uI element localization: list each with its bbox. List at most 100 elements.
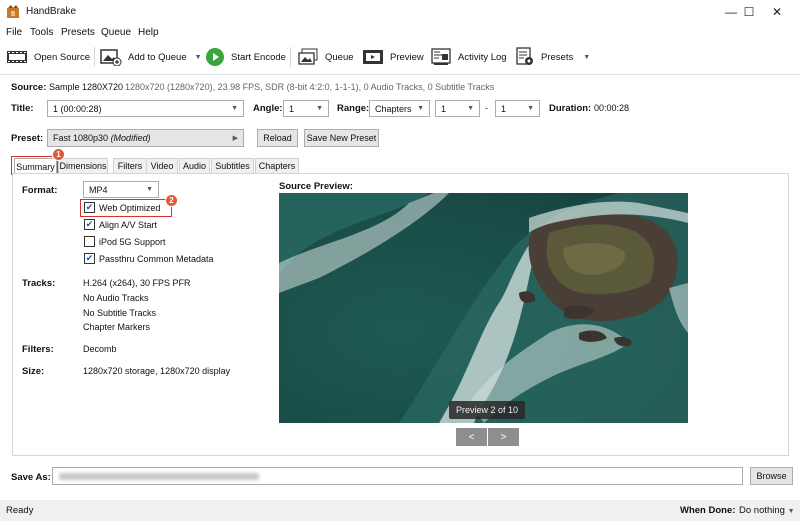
add-to-queue-button[interactable]: Add to Queue ▼	[100, 46, 202, 68]
range-select-value: Chapters	[375, 103, 412, 114]
menu-presets[interactable]: Presets	[61, 27, 95, 38]
checkbox-checked-icon: ✔	[84, 219, 95, 230]
play-icon	[206, 48, 224, 66]
chevron-down-icon: ▼	[417, 105, 424, 112]
activity-log-label: Activity Log	[458, 51, 507, 63]
checkbox-checked-icon: ✔	[84, 253, 95, 264]
preset-modified: (Modified)	[110, 133, 151, 143]
chevron-right-icon: >	[500, 431, 507, 443]
tab-subtitles[interactable]: Subtitles	[211, 158, 254, 173]
queue-button[interactable]: Queue	[297, 46, 354, 68]
passthru-metadata-checkbox[interactable]: ✔ Passthru Common Metadata	[84, 253, 214, 264]
chevron-down-icon: ▼	[231, 105, 238, 112]
source-name: Sample 1280X720	[49, 82, 124, 92]
next-preview-button[interactable]: >	[488, 428, 519, 446]
range-select[interactable]: Chapters ▼	[369, 100, 430, 117]
status-text: Ready	[6, 505, 34, 516]
toolbar: Open Source Add to Queue ▼ Start Encode …	[0, 42, 800, 72]
browse-button[interactable]: Browse	[750, 467, 793, 485]
start-encode-label: Start Encode	[231, 51, 286, 63]
open-source-button[interactable]: Open Source	[6, 46, 90, 68]
source-preview-label: Source Preview:	[279, 181, 353, 192]
menu-bar: File Tools Presets Queue Help	[0, 24, 800, 42]
range-start-value: 1	[441, 103, 447, 114]
preset-name: Fast 1080p30	[53, 133, 109, 143]
divider	[0, 74, 800, 75]
tab-chapters[interactable]: Chapters	[255, 158, 299, 173]
reload-button[interactable]: Reload	[257, 129, 298, 147]
window-title: HandBrake	[26, 6, 77, 17]
align-av-start-checkbox[interactable]: ✔ Align A/V Start	[84, 219, 157, 230]
preview-counter-badge: Preview 2 of 10	[449, 401, 525, 419]
when-done-value: Do nothing	[739, 505, 785, 516]
close-button[interactable]: ✕	[754, 0, 800, 24]
track-item: No Subtitle Tracks	[83, 308, 157, 318]
format-label: Format:	[22, 185, 58, 196]
presets-button[interactable]: Presets ▼	[515, 46, 590, 68]
aerial-coast-image	[279, 193, 688, 423]
tab-dimensions[interactable]: Dimensions	[58, 158, 108, 173]
align-av-start-label: Align A/V Start	[99, 219, 158, 230]
when-done-select[interactable]: Do nothing ▼	[739, 505, 795, 516]
ipod-5g-support-label: iPod 5G Support	[99, 236, 166, 247]
ipod-5g-support-checkbox[interactable]: iPod 5G Support	[84, 236, 166, 247]
save-as-path-field[interactable]	[52, 467, 743, 485]
start-encode-button[interactable]: Start Encode	[205, 46, 286, 68]
angle-select-value: 1	[289, 103, 295, 114]
track-item: H.264 (x264), 30 FPS PFR	[83, 278, 191, 288]
preview-label: Preview	[390, 51, 424, 63]
range-end-select[interactable]: 1 ▼	[495, 100, 540, 117]
source-label: Source:	[11, 82, 47, 93]
tab-audio[interactable]: Audio	[179, 158, 210, 173]
title-label: Title:	[11, 103, 34, 114]
duration-label: Duration:	[549, 103, 592, 114]
save-new-preset-button[interactable]: Save New Preset	[304, 129, 379, 147]
source-details: 1280x720 (1280x720), 23.98 FPS, SDR (8-b…	[125, 82, 495, 92]
tab-video[interactable]: Video	[146, 158, 178, 173]
save-as-label: Save As:	[11, 472, 51, 483]
range-label: Range:	[337, 103, 370, 114]
duration-value: 00:00:28	[594, 103, 630, 113]
presets-label: Presets	[541, 51, 574, 63]
queue-images-icon	[298, 48, 318, 65]
chevron-down-icon: ▼	[316, 105, 323, 112]
angle-select[interactable]: 1 ▼	[283, 100, 329, 117]
chevron-down-icon: ▼	[787, 508, 795, 515]
film-preview-icon	[363, 50, 383, 64]
source-preview-image	[279, 193, 688, 423]
checkbox-unchecked-icon	[84, 236, 95, 247]
preset-selector[interactable]: Fast 1080p30 (Modified) ▶	[47, 129, 244, 147]
track-item: No Audio Tracks	[83, 293, 149, 303]
blurred-path	[59, 473, 259, 480]
toolbar-divider	[94, 47, 95, 67]
title-select-value: 1 (00:00:28)	[53, 103, 102, 114]
range-start-select[interactable]: 1 ▼	[435, 100, 480, 117]
previous-preview-button[interactable]: <	[456, 428, 487, 446]
activity-log-button[interactable]: Activity Log	[430, 46, 507, 68]
track-item: Chapter Markers	[83, 322, 151, 332]
tracks-label: Tracks:	[22, 278, 56, 289]
highlight-box-web-optimized	[80, 199, 172, 217]
add-image-icon	[100, 49, 122, 66]
title-select[interactable]: 1 (00:00:28) ▼	[47, 100, 244, 117]
menu-tools[interactable]: Tools	[30, 27, 53, 38]
preview-button[interactable]: Preview	[362, 46, 424, 68]
menu-help[interactable]: Help	[138, 27, 159, 38]
chevron-down-icon[interactable]: ▼	[195, 54, 202, 61]
filters-label: Filters:	[22, 344, 54, 355]
presets-icon	[516, 47, 533, 65]
when-done-label: When Done:	[680, 505, 736, 516]
format-select[interactable]: MP4 ▼	[83, 181, 159, 198]
chevron-down-icon: ▼	[583, 53, 591, 61]
menu-file[interactable]: File	[6, 27, 22, 38]
angle-label: Angle:	[253, 103, 283, 114]
add-to-queue-label: Add to Queue	[128, 51, 187, 63]
annotation-badge-1: 1	[52, 148, 65, 161]
queue-label: Queue	[325, 51, 354, 63]
size-value: 1280x720 storage, 1280x720 display	[83, 366, 231, 376]
open-source-label: Open Source	[34, 51, 90, 63]
status-bar: Ready When Done: Do nothing ▼	[0, 500, 800, 521]
chevron-right-icon: ▶	[232, 135, 238, 142]
menu-queue[interactable]: Queue	[101, 27, 131, 38]
tab-filters[interactable]: Filters	[113, 158, 147, 173]
